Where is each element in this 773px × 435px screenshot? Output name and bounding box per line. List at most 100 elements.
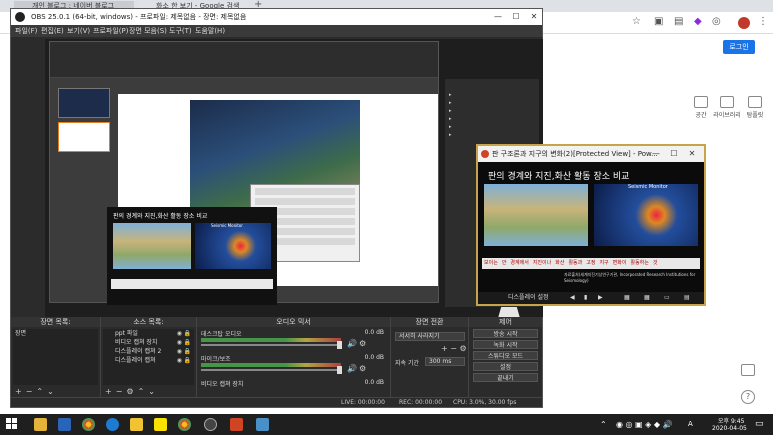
start-streaming-button[interactable]: 방송 시작 [473, 329, 538, 338]
extension-icon[interactable]: ▣ [654, 16, 663, 27]
extension-purple-icon[interactable]: ◆ [694, 16, 702, 27]
maximize-icon[interactable]: ☐ [507, 9, 525, 25]
chat-icon[interactable] [741, 364, 755, 376]
close-icon[interactable]: ✕ [525, 9, 543, 25]
ppt-legend-row: 보이는 안 경계에서 지진이나 화산 활동과 고정 지구 변화이 활동하는 것 [482, 258, 700, 269]
eye-icon[interactable]: ◉ [177, 338, 182, 347]
powerpoint-window: 판 구조론과 지구의 변화(2)[Protected View] - Pow..… [476, 144, 706, 306]
obs-docks: 장면 목록: 장면 +−⌃⌄ 소스 목록: ppt 파일 ◉ 🔒 비디오 캡쳐 장치… [11, 317, 542, 397]
menu-edit[interactable]: 편집(E) [41, 25, 64, 37]
fader-knob[interactable] [337, 366, 342, 374]
slide-sorter-icon[interactable]: ▮ [584, 292, 587, 304]
transition-select[interactable]: 서서히 사라지기 [395, 332, 465, 341]
mixer-header: 오디오 믹서 [197, 317, 390, 327]
seismic-map-image [594, 184, 698, 246]
obs-window: OBS 25.0.1 (64-bit, windows) - 프로파일: 제목없… [10, 8, 543, 408]
lock-icon[interactable]: 🔒 [184, 356, 191, 365]
tray-arrow-icon[interactable]: ⌃ [600, 420, 607, 429]
menu-file[interactable]: 파일(F) [15, 25, 37, 37]
scenes-header: 장면 목록: [11, 317, 100, 327]
store-icon[interactable] [58, 418, 71, 431]
speaker-icon[interactable]: 🔊 [347, 339, 357, 348]
captured-ribbon [50, 42, 438, 78]
gear-icon[interactable]: ⚙ [359, 339, 366, 348]
minimize-icon[interactable]: — [648, 146, 664, 162]
obs-taskbar-icon[interactable] [204, 418, 217, 431]
volume-meter [201, 338, 341, 342]
scenes-toolbar[interactable]: +−⌃⌄ [15, 387, 58, 396]
input-language[interactable]: A [688, 420, 693, 428]
speaker-icon[interactable]: 🔊 [347, 364, 357, 373]
source-item[interactable]: 디스플레이 캡쳐 2 ◉ 🔒 [103, 347, 194, 356]
maximize-icon[interactable]: ☐ [666, 146, 682, 162]
bookmark-star-icon[interactable]: ☆ [632, 16, 641, 27]
start-recording-button[interactable]: 녹화 시작 [473, 340, 538, 349]
clock-time[interactable]: 오후 9:45 [718, 416, 744, 425]
clock-date[interactable]: 2020-04-05 [712, 425, 747, 432]
volume-fader[interactable] [201, 369, 341, 371]
gear-icon[interactable]: ⚙ [359, 364, 366, 373]
grid-view-icon[interactable]: ▦ [644, 292, 650, 304]
chrome-menu-icon[interactable]: ⋮ [758, 16, 768, 27]
exit-button[interactable]: 끝내기 [473, 373, 538, 382]
menu-profile[interactable]: 프로파일(P) [93, 25, 128, 37]
rec-time: REC: 00:00:00 [399, 399, 443, 406]
audio-mixer-panel: 오디오 믹서 데스크탑 오디오 0.0 dB 🔊 ⚙ 마이크/보조 0.0 dB… [197, 317, 391, 397]
shortcut-template[interactable]: 탐플릿 [741, 96, 769, 119]
ppt-slide: 판의 경계와 지진,화산 활동 장소 비교 Seismic Monitor 보이… [478, 162, 704, 292]
studio-mode-button[interactable]: 스튜디오 모드 [473, 351, 538, 360]
source-item[interactable]: 비디오 캡쳐 장치 ◉ 🔒 [103, 338, 194, 347]
next-slide-icon[interactable]: ▶ [598, 292, 603, 304]
close-icon[interactable]: ✕ [684, 146, 700, 162]
chrome-icon[interactable] [82, 418, 95, 431]
scene-item[interactable]: 장면 [13, 329, 98, 338]
minimize-icon[interactable]: — [489, 9, 507, 25]
chrome-profile-icon[interactable] [178, 418, 191, 431]
menu-scene-collection[interactable]: 장면 모음(S) [129, 25, 167, 37]
menu-tools[interactable]: 도구(T) [169, 25, 192, 37]
eye-icon[interactable]: ◉ [177, 347, 182, 356]
sticky-notes-icon[interactable] [130, 418, 143, 431]
powerpoint-icon [481, 150, 489, 158]
eye-icon[interactable]: ◉ [177, 356, 182, 365]
edge-icon[interactable] [106, 418, 119, 431]
fader-knob[interactable] [337, 341, 342, 349]
windows-start-icon[interactable] [6, 418, 18, 430]
source-item[interactable]: ppt 파일 ◉ 🔒 [103, 329, 194, 338]
menu-view[interactable]: 보기(V) [67, 25, 90, 37]
mixer-channel-video: 비디오 캡쳐 장치 0.0 dB [201, 379, 384, 388]
world-map-image [113, 223, 191, 269]
duration-input[interactable]: 300 ms [425, 357, 465, 366]
notification-icon[interactable]: ▭ [755, 419, 764, 429]
tray-app-icons[interactable]: ◉ ◎ ▣ ◈ ◆ 🔊 [616, 420, 673, 429]
kakaotalk-icon[interactable] [154, 418, 167, 431]
sources-toolbar[interactable]: +−⚙⌃⌄ [105, 387, 159, 396]
volume-fader[interactable] [201, 344, 341, 346]
menu-help[interactable]: 도움말(H) [195, 25, 225, 37]
settings-button[interactable]: 설정 [473, 362, 538, 371]
shortcut-library[interactable]: 라이브러리 [713, 96, 741, 119]
shortcut-space[interactable]: 공간 [687, 96, 715, 119]
help-icon[interactable]: ? [741, 390, 755, 404]
lock-icon[interactable]: 🔒 [184, 338, 191, 347]
lock-icon[interactable]: 🔒 [184, 347, 191, 356]
app-taskbar-icon[interactable] [256, 418, 269, 431]
obs-preview[interactable]: 판의 경계와 지진,화산 활동 장소 비교 Seismic Monitor ▸ … [45, 39, 543, 329]
previous-slide-icon[interactable]: ◀ [570, 292, 575, 304]
slideshow-icon[interactable]: ▤ [684, 292, 690, 304]
lock-icon[interactable]: 🔒 [184, 329, 191, 338]
login-button[interactable]: 로그인 [723, 40, 755, 54]
cast-icon[interactable]: ▤ [674, 16, 683, 27]
profile-avatar[interactable] [738, 17, 750, 29]
eye-icon[interactable]: ◉ [177, 329, 182, 338]
add-transition-icon[interactable]: + − ⚙ [441, 344, 467, 353]
ppt-slideshow-bar: 디스플레이 설정 ◀ ▮ ▶ ▦ ▦ ▭ ▤ [478, 292, 704, 304]
file-explorer-icon[interactable] [34, 418, 47, 431]
reading-view-icon[interactable]: ▭ [664, 292, 670, 304]
source-item[interactable]: 디스플레이 캡쳐 ◉ 🔒 [103, 356, 194, 365]
display-settings-button[interactable]: 디스플레이 설정 [508, 292, 549, 304]
powerpoint-taskbar-icon[interactable] [230, 418, 243, 431]
ppt-monitor-label: Seismic Monitor [628, 184, 668, 190]
lock-ext-icon[interactable]: ◎ [712, 16, 721, 27]
normal-view-icon[interactable]: ▦ [624, 292, 630, 304]
